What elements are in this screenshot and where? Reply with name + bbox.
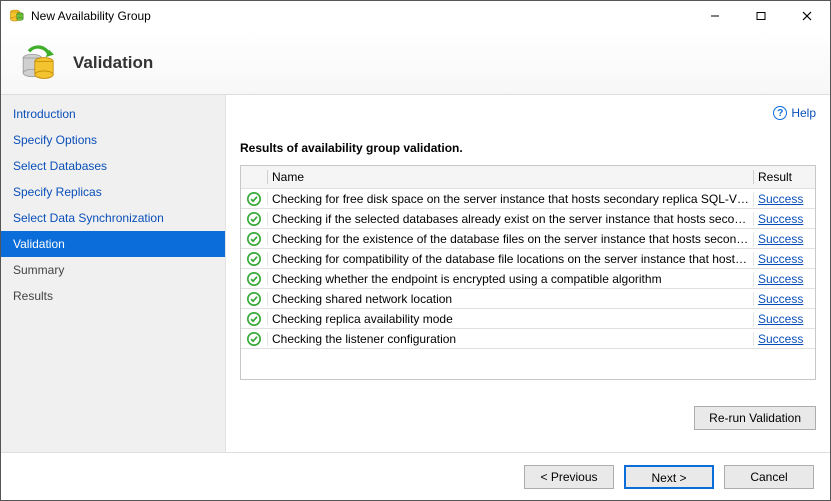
grid-empty-area — [241, 349, 815, 379]
check-name: Checking the listener configuration — [267, 332, 753, 346]
wizard-sidebar: Introduction Specify Options Select Data… — [1, 95, 226, 452]
result-link[interactable]: Success — [758, 192, 803, 206]
success-icon — [246, 271, 262, 287]
result-link[interactable]: Success — [758, 232, 803, 246]
success-icon — [246, 231, 262, 247]
titlebar: New Availability Group — [1, 1, 830, 31]
sidebar-item-introduction[interactable]: Introduction — [1, 101, 225, 127]
wizard-body: Introduction Specify Options Select Data… — [1, 95, 830, 452]
minimize-button[interactable] — [692, 1, 738, 31]
grid-row[interactable]: Checking if the selected databases alrea… — [241, 209, 815, 229]
validation-grid: Name Result Checking for free disk space… — [240, 165, 816, 380]
grid-row[interactable]: Checking for free disk space on the serv… — [241, 189, 815, 209]
wizard-header: Validation — [1, 31, 830, 95]
sidebar-item-validation[interactable]: Validation — [1, 231, 225, 257]
result-link[interactable]: Success — [758, 332, 803, 346]
wizard-main: ? Help Results of availability group val… — [226, 95, 830, 452]
maximize-button[interactable] — [738, 1, 784, 31]
rerun-validation-button[interactable]: Re-run Validation — [694, 406, 816, 430]
page-title: Validation — [73, 53, 153, 73]
help-link[interactable]: ? Help — [773, 106, 816, 120]
next-button[interactable]: Next > — [624, 465, 714, 489]
sidebar-item-select-data-sync[interactable]: Select Data Synchronization — [1, 205, 225, 231]
success-icon — [246, 331, 262, 347]
sidebar-item-specify-replicas[interactable]: Specify Replicas — [1, 179, 225, 205]
sidebar-item-summary[interactable]: Summary — [1, 257, 225, 283]
success-icon — [246, 311, 262, 327]
help-icon: ? — [773, 106, 787, 120]
wizard-footer: < Previous Next > Cancel — [1, 452, 830, 500]
validation-icon — [19, 43, 59, 83]
validation-subtitle: Results of availability group validation… — [240, 141, 816, 155]
cancel-button[interactable]: Cancel — [724, 465, 814, 489]
result-link[interactable]: Success — [758, 212, 803, 226]
col-header-name[interactable]: Name — [267, 170, 753, 184]
grid-row[interactable]: Checking for compatibility of the databa… — [241, 249, 815, 269]
result-link[interactable]: Success — [758, 272, 803, 286]
success-icon — [246, 191, 262, 207]
success-icon — [246, 291, 262, 307]
result-link[interactable]: Success — [758, 312, 803, 326]
grid-row[interactable]: Checking replica availability mode Succe… — [241, 309, 815, 329]
close-button[interactable] — [784, 1, 830, 31]
grid-header: Name Result — [241, 166, 815, 189]
sidebar-item-results[interactable]: Results — [1, 283, 225, 309]
check-name: Checking for free disk space on the serv… — [267, 192, 753, 206]
result-link[interactable]: Success — [758, 252, 803, 266]
col-header-result[interactable]: Result — [753, 170, 815, 184]
check-name: Checking for compatibility of the databa… — [267, 252, 753, 266]
check-name: Checking for the existence of the databa… — [267, 232, 753, 246]
grid-row[interactable]: Checking the listener configuration Succ… — [241, 329, 815, 349]
check-name: Checking whether the endpoint is encrypt… — [267, 272, 753, 286]
success-icon — [246, 251, 262, 267]
check-name: Checking shared network location — [267, 292, 753, 306]
help-label: Help — [791, 106, 816, 120]
check-name: Checking replica availability mode — [267, 312, 753, 326]
sidebar-item-select-databases[interactable]: Select Databases — [1, 153, 225, 179]
window-title: New Availability Group — [31, 9, 151, 23]
previous-button[interactable]: < Previous — [524, 465, 614, 489]
check-name: Checking if the selected databases alrea… — [267, 212, 753, 226]
grid-row[interactable]: Checking for the existence of the databa… — [241, 229, 815, 249]
wizard-window: New Availability Group Validation — [0, 0, 831, 501]
grid-row[interactable]: Checking whether the endpoint is encrypt… — [241, 269, 815, 289]
result-link[interactable]: Success — [758, 292, 803, 306]
grid-row[interactable]: Checking shared network location Success — [241, 289, 815, 309]
sidebar-item-specify-options[interactable]: Specify Options — [1, 127, 225, 153]
app-icon — [9, 8, 25, 24]
success-icon — [246, 211, 262, 227]
